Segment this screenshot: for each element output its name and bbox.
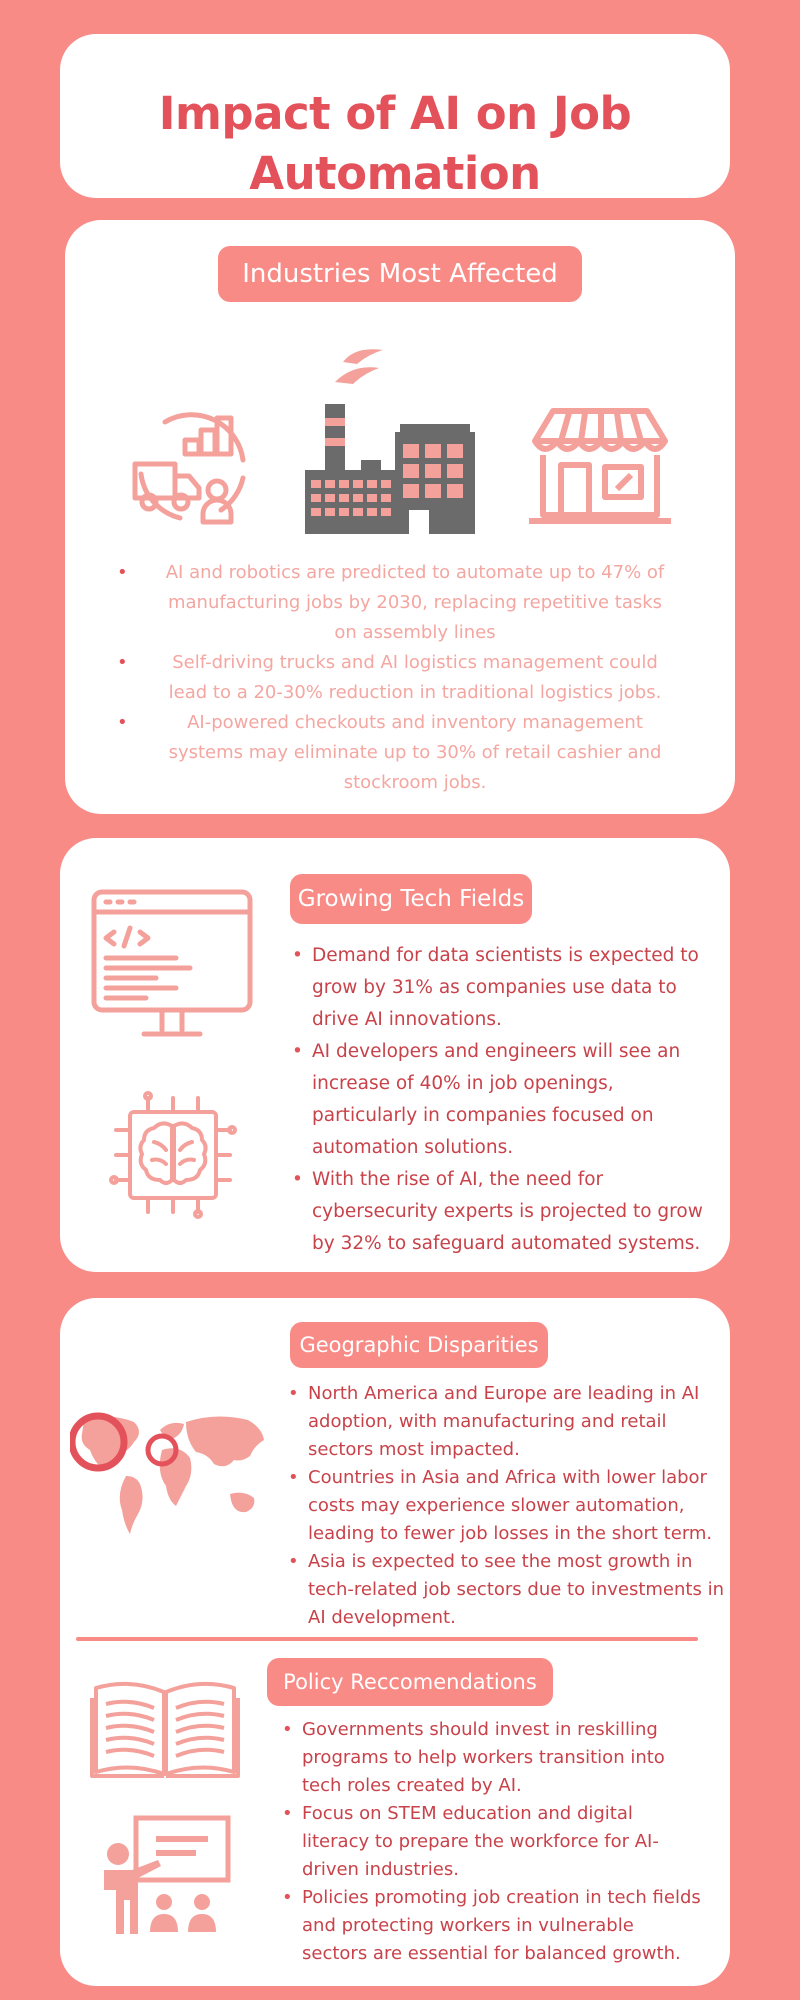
list-item: Asia is expected to see the most growth … <box>288 1548 728 1632</box>
tech-heading: Growing Tech Fields <box>290 874 532 924</box>
store-icon <box>529 408 671 524</box>
tech-bullets: Demand for data scientists is expected t… <box>292 940 722 1260</box>
list-item: Countries in Asia and Africa with lower … <box>288 1464 728 1548</box>
list-item: With the rise of AI, the need for cybers… <box>292 1164 722 1260</box>
industries-bullets: AI and robotics are predicted to automat… <box>115 558 705 798</box>
industries-heading: Industries Most Affected <box>218 246 582 302</box>
list-item: AI and robotics are predicted to automat… <box>115 558 705 648</box>
policy-bullets: Governments should invest in reskilling … <box>282 1716 702 1968</box>
classroom-teacher-icon <box>104 1815 231 1934</box>
industries-card: Industries Most Affected • AI and roboti… <box>65 220 735 814</box>
tech-card: Growing Tech Fields Demand for data scie… <box>60 838 730 1272</box>
open-book-icon <box>90 1681 240 1778</box>
list-item: Governments should invest in reskilling … <box>282 1716 702 1800</box>
list-item: AI developers and engineers will see an … <box>292 1036 722 1164</box>
logistics-icon <box>132 412 246 525</box>
geo-heading: Geographic Disparities <box>290 1322 548 1368</box>
list-item: Demand for data scientists is expected t… <box>292 940 722 1036</box>
list-item: AI-powered checkouts and inventory manag… <box>115 708 705 798</box>
world-map-icon <box>70 1412 264 1534</box>
list-item: Policies promoting job creation in tech … <box>282 1884 702 1968</box>
geo-policy-card: Geographic Disparities North America and… <box>60 1298 730 1986</box>
computer-code-icon <box>91 889 253 1037</box>
list-item: North America and Europe are leading in … <box>288 1380 728 1464</box>
list-item: Focus on STEM education and digital lite… <box>282 1800 702 1884</box>
geo-bullets: North America and Europe are leading in … <box>288 1380 728 1632</box>
section-divider <box>76 1637 698 1641</box>
factory-icon <box>305 349 475 534</box>
title-card: Impact of AI on Job Automation <box>60 34 730 200</box>
policy-heading: Policy Reccomendations <box>267 1658 553 1706</box>
list-item: Self-driving trucks and AI logistics man… <box>115 648 705 708</box>
ai-brain-chip-icon <box>109 1091 237 1219</box>
page-title: Impact of AI on Job Automation <box>158 87 632 200</box>
